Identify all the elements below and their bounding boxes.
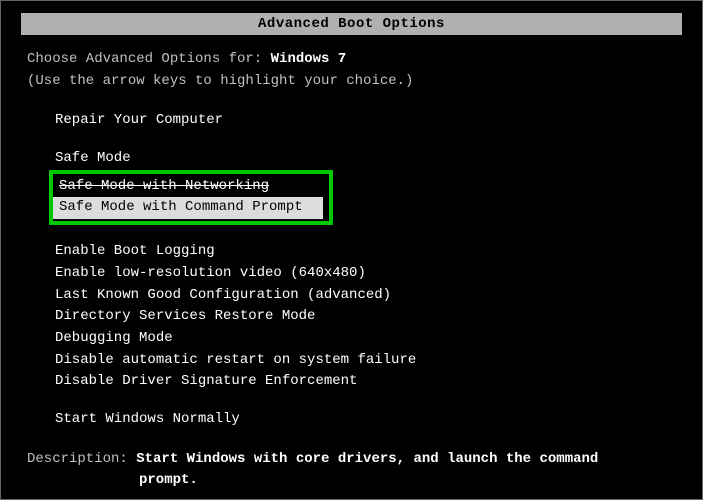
option-lkgc[interactable]: Last Known Good Configuration (advanced) (55, 285, 676, 307)
highlight-annotation: Safe Mode with Networking Safe Mode with… (49, 170, 333, 225)
os-name: Windows 7 (271, 51, 347, 67)
description-text-2: prompt. (27, 470, 676, 492)
option-no-restart[interactable]: Disable automatic restart on system fail… (55, 350, 676, 372)
option-boot-log[interactable]: Enable Boot Logging (55, 241, 676, 263)
options-list: Repair Your Computer Safe Mode Safe Mode… (55, 110, 676, 430)
description-text-1: Start Windows with core drivers, and lau… (136, 451, 598, 467)
option-debug[interactable]: Debugging Mode (55, 328, 676, 350)
intro-prefix: Choose Advanced Options for: (27, 51, 271, 67)
option-repair[interactable]: Repair Your Computer (55, 110, 676, 132)
title-bar: Advanced Boot Options (21, 13, 682, 35)
description-label: Description: (27, 451, 136, 467)
title-text: Advanced Boot Options (258, 16, 445, 32)
option-dsrm[interactable]: Directory Services Restore Mode (55, 306, 676, 328)
option-low-res[interactable]: Enable low-resolution video (640x480) (55, 263, 676, 285)
intro-block: Choose Advanced Options for: Windows 7 (… (27, 49, 676, 92)
hint-text: (Use the arrow keys to highlight your ch… (27, 71, 676, 93)
option-safe-cmd-selected[interactable]: Safe Mode with Command Prompt (53, 197, 323, 219)
description-block: Description: Start Windows with core dri… (27, 449, 676, 492)
content-area: Choose Advanced Options for: Windows 7 (… (1, 49, 702, 492)
option-no-sig[interactable]: Disable Driver Signature Enforcement (55, 371, 676, 393)
option-safe-mode[interactable]: Safe Mode (55, 148, 676, 170)
option-normal[interactable]: Start Windows Normally (55, 409, 676, 431)
option-safe-networking[interactable]: Safe Mode with Networking (53, 176, 323, 198)
boot-options-screen: Advanced Boot Options Choose Advanced Op… (0, 0, 703, 500)
